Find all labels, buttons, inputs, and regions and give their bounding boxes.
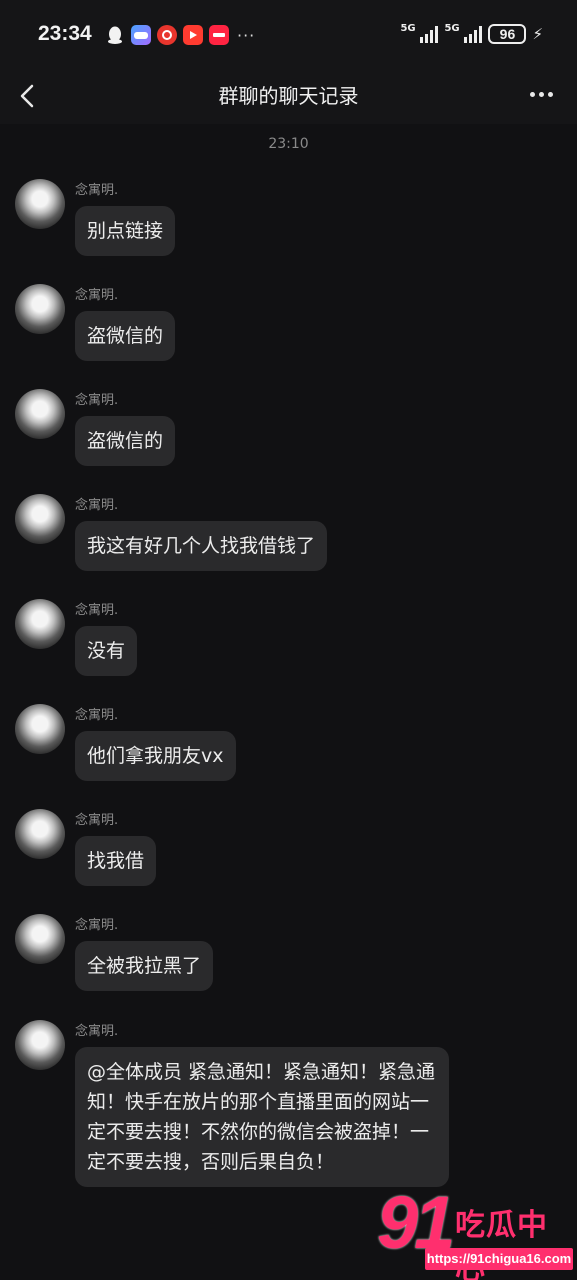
video-icon (183, 25, 203, 45)
signal-icon: 5G (400, 23, 439, 43)
sender-name: 念寓明. (75, 393, 119, 408)
sender-name: 念寓明. (75, 813, 119, 828)
xiaohongshu-icon (209, 25, 229, 45)
dot-icon (547, 91, 553, 97)
message-bubble[interactable]: 他们拿我朋友vx (75, 731, 236, 781)
message-bubble[interactable]: 别点链接 (75, 206, 176, 256)
message-bubble[interactable]: 没有 (75, 626, 138, 676)
avatar[interactable] (15, 809, 65, 859)
watermark-url: https://91chigua16.com (425, 1248, 573, 1270)
message-bubble[interactable]: 我这有好几个人找我借钱了 (75, 521, 328, 571)
more-notifications-icon: ··· (237, 25, 256, 45)
sender-name: 念寓明. (75, 1024, 119, 1039)
page-title: 群聊的聊天记录 (218, 84, 359, 108)
avatar[interactable] (15, 599, 65, 649)
notification-icons: ··· (105, 25, 255, 45)
battery-indicator: 96 (488, 24, 527, 44)
status-time: 23:34 (38, 22, 92, 45)
message-bubble[interactable]: 盗微信的 (75, 416, 176, 466)
header: 群聊的聊天记录 (0, 70, 577, 124)
message-bubble[interactable]: 盗微信的 (75, 311, 176, 361)
dot-icon (538, 91, 544, 97)
avatar[interactable] (15, 914, 65, 964)
more-options-button[interactable] (523, 74, 559, 114)
sender-name: 念寓明. (75, 498, 119, 513)
netease-music-icon (157, 25, 177, 45)
sender-name: 念寓明. (75, 183, 119, 198)
avatar[interactable] (15, 704, 65, 754)
message-bubble[interactable]: @全体成员 紧急通知！紧急通知！紧急通知！快手在放片的那个直播里面的网站一定不要… (75, 1047, 449, 1187)
avatar[interactable] (15, 494, 65, 544)
avatar[interactable] (15, 284, 65, 334)
message-bubble[interactable]: 全被我拉黑了 (75, 941, 214, 991)
game-icon (131, 25, 151, 45)
watermark: 91 吃瓜中心 https://91chigua16.com (317, 1180, 577, 1280)
qq-icon (105, 25, 125, 45)
avatar[interactable] (15, 1020, 65, 1070)
sender-name: 念寓明. (75, 288, 119, 303)
message-bubble[interactable]: 找我借 (75, 836, 157, 886)
avatar[interactable] (15, 389, 65, 439)
avatar[interactable] (15, 179, 65, 229)
status-bar: 23:34 ··· 5G 5G 96 ⚡ (0, 0, 577, 70)
chat-timestamp: 23:10 (268, 136, 309, 152)
sender-name: 念寓明. (75, 708, 119, 723)
sender-name: 念寓明. (75, 918, 119, 933)
charging-icon: ⚡ (532, 25, 543, 43)
status-indicators: 5G 5G 96 ⚡ (400, 23, 543, 44)
signal-icon-2: 5G (444, 23, 483, 43)
dot-icon (529, 91, 535, 97)
sender-name: 念寓明. (75, 603, 119, 618)
